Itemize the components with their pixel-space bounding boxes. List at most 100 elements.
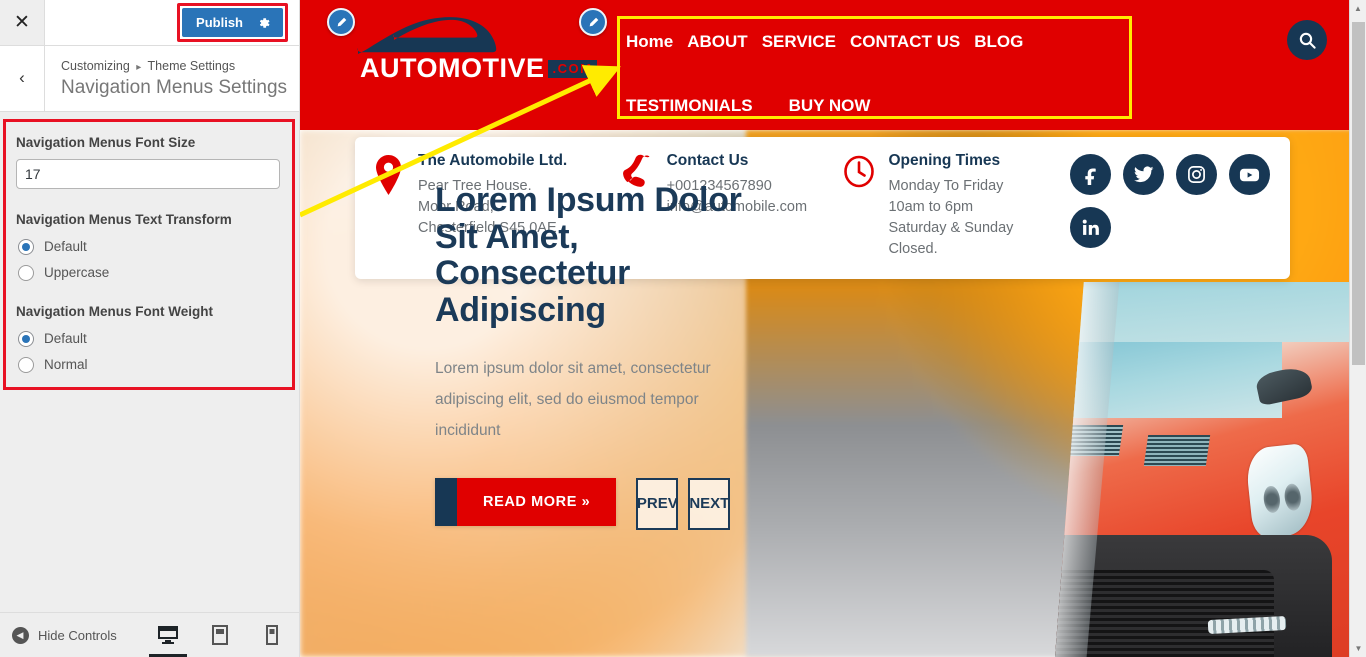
logo-edit-shortcut[interactable]	[327, 8, 355, 36]
device-mobile-button[interactable]	[259, 613, 285, 657]
customizer-screen: ✕ Publish ‹ Customizing ▸ Theme Settings…	[0, 0, 1366, 657]
breadcrumb: Customizing ▸ Theme Settings	[61, 58, 287, 74]
site-header: AUTOMOTIVE .COM Home ABOUT SERVICE CONTA…	[300, 0, 1366, 130]
scroll-up-arrow-icon[interactable]: ▲	[1350, 0, 1366, 17]
nav-item-buy-now[interactable]: BUY NOW	[789, 94, 871, 118]
clock-icon	[843, 152, 877, 279]
slider-pager: PREV NEXT	[636, 477, 731, 530]
instagram-icon	[1188, 166, 1206, 183]
close-icon: ✕	[14, 12, 30, 33]
tablet-icon	[212, 625, 228, 645]
close-customizer-button[interactable]: ✕	[0, 0, 45, 45]
read-more-button[interactable]: READ MORE »	[435, 477, 617, 526]
sidebar-footer: ◀ Hide Controls	[0, 612, 299, 657]
radio-icon-selected[interactable]	[18, 238, 34, 255]
hero-paragraph: Lorem ipsum dolor sit amet, consectetur …	[435, 359, 711, 439]
menu-edit-shortcut[interactable]	[579, 8, 607, 36]
pencil-icon	[589, 17, 598, 26]
hero-buttons: READ MORE » PREV NEXT	[435, 477, 765, 530]
social-link-linkedin[interactable]	[1070, 207, 1112, 248]
read-more-label: READ MORE »	[457, 477, 617, 526]
opening-line-3: Saturday & Sunday	[888, 219, 1014, 236]
chevron-left-icon: ‹	[19, 68, 25, 88]
search-icon	[1299, 32, 1316, 49]
nav-item-about[interactable]: ABOUT	[687, 30, 747, 54]
social-link-facebook[interactable]	[1070, 154, 1112, 195]
breadcrumb-root[interactable]: Customizing	[61, 59, 130, 73]
hide-controls-label: Hide Controls	[38, 627, 117, 643]
slider-prev-button[interactable]: PREV	[636, 477, 679, 530]
social-link-twitter[interactable]	[1123, 154, 1165, 195]
hero-heading: Lorem Ipsum Dolor Sit Amet, Consectetur …	[435, 181, 742, 330]
scrollbar-thumb[interactable]	[1352, 22, 1365, 365]
logo-suffix: .COM	[547, 59, 598, 78]
slider-next-button[interactable]: NEXT	[688, 477, 731, 530]
radio-icon[interactable]	[18, 264, 34, 281]
preview-scrollbar[interactable]: ▲ ▼	[1349, 0, 1366, 657]
read-more-accent	[435, 477, 457, 526]
radio-label: Uppercase	[44, 265, 110, 281]
nav-row-break	[626, 54, 1129, 94]
search-button[interactable]	[1287, 20, 1327, 60]
opening-line-4: Closed.	[888, 241, 938, 258]
opening-title: Opening Times	[888, 152, 1001, 169]
youtube-icon	[1240, 168, 1260, 181]
device-tablet-button[interactable]	[207, 613, 233, 657]
address-title: The Automobile Ltd.	[418, 152, 568, 169]
controls-annotation-box: Navigation Menus Font Size Navigation Me…	[3, 118, 295, 390]
hero-section: Lorem Ipsum Dolor Sit Amet, Consectetur …	[435, 182, 765, 530]
radio-icon[interactable]	[18, 356, 34, 373]
nav-item-service[interactable]: SERVICE	[762, 30, 836, 54]
car-silhouette-icon	[357, 17, 497, 55]
page-title: Navigation Menus Settings	[61, 77, 288, 99]
linkedin-icon	[1082, 219, 1099, 235]
text-transform-option-uppercase[interactable]: Uppercase	[18, 264, 280, 281]
radio-label: Default	[44, 331, 87, 347]
pencil-icon	[337, 17, 346, 26]
breadcrumb-separator-icon: ▸	[136, 62, 142, 73]
facebook-icon	[1084, 168, 1096, 185]
nav-item-testimonials[interactable]: TESTIMONIALS	[626, 94, 753, 118]
logo-text: AUTOMOTIVE .COM	[360, 53, 598, 83]
site-preview[interactable]: AUTOMOTIVE .COM Home ABOUT SERVICE CONTA…	[300, 0, 1366, 657]
text-transform-label: Navigation Menus Text Transform	[16, 212, 232, 228]
customizer-topbar: ✕ Publish	[0, 0, 299, 46]
text-transform-option-default[interactable]: Default	[18, 238, 280, 255]
social-link-instagram[interactable]	[1176, 154, 1218, 195]
nav-annotation-box: Home ABOUT SERVICE CONTACT US BLOG TESTI…	[617, 16, 1132, 119]
publish-button[interactable]: Publish	[182, 8, 283, 37]
customizer-sidebar: ✕ Publish ‹ Customizing ▸ Theme Settings…	[0, 0, 300, 657]
device-desktop-button[interactable]	[149, 613, 187, 657]
font-size-label: Navigation Menus Font Size	[16, 134, 196, 150]
hero-car-photo	[1055, 282, 1366, 657]
hide-controls-button[interactable]: ◀ Hide Controls	[12, 626, 117, 644]
nav-item-home[interactable]: Home	[626, 30, 673, 54]
font-weight-option-normal[interactable]: Normal	[18, 356, 280, 373]
font-weight-option-default[interactable]: Default	[18, 330, 280, 347]
font-weight-label: Navigation Menus Font Weight	[16, 303, 213, 319]
social-link-youtube[interactable]	[1229, 154, 1271, 195]
nav-item-contact-us[interactable]: CONTACT US	[850, 30, 960, 54]
map-pin-icon	[373, 152, 407, 279]
logo-word: AUTOMOTIVE	[360, 53, 545, 83]
contact-title: Contact Us	[666, 152, 749, 169]
publish-area: Publish	[177, 3, 288, 42]
radio-label: Default	[44, 239, 87, 255]
radio-icon-selected[interactable]	[18, 330, 34, 347]
collapse-arrow-icon: ◀	[12, 626, 29, 644]
gear-icon[interactable]	[257, 16, 271, 30]
mobile-icon	[266, 625, 278, 645]
primary-navigation: Home ABOUT SERVICE CONTACT US BLOG TESTI…	[620, 19, 1129, 116]
opening-line-2: 10am to 6pm	[888, 198, 974, 215]
radio-label: Normal	[44, 357, 88, 373]
panel-title-box: Customizing ▸ Theme Settings Navigation …	[45, 46, 297, 111]
social-links	[1070, 152, 1290, 279]
scroll-down-arrow-icon[interactable]: ▼	[1350, 640, 1366, 657]
opening-line-1: Monday To Friday	[888, 177, 1004, 194]
back-button[interactable]: ‹	[0, 46, 45, 111]
nav-item-blog[interactable]: BLOG	[974, 30, 1023, 54]
breadcrumb-section[interactable]: Theme Settings	[148, 59, 236, 73]
site-logo[interactable]: AUTOMOTIVE .COM	[356, 10, 598, 83]
font-size-input[interactable]	[16, 159, 280, 190]
